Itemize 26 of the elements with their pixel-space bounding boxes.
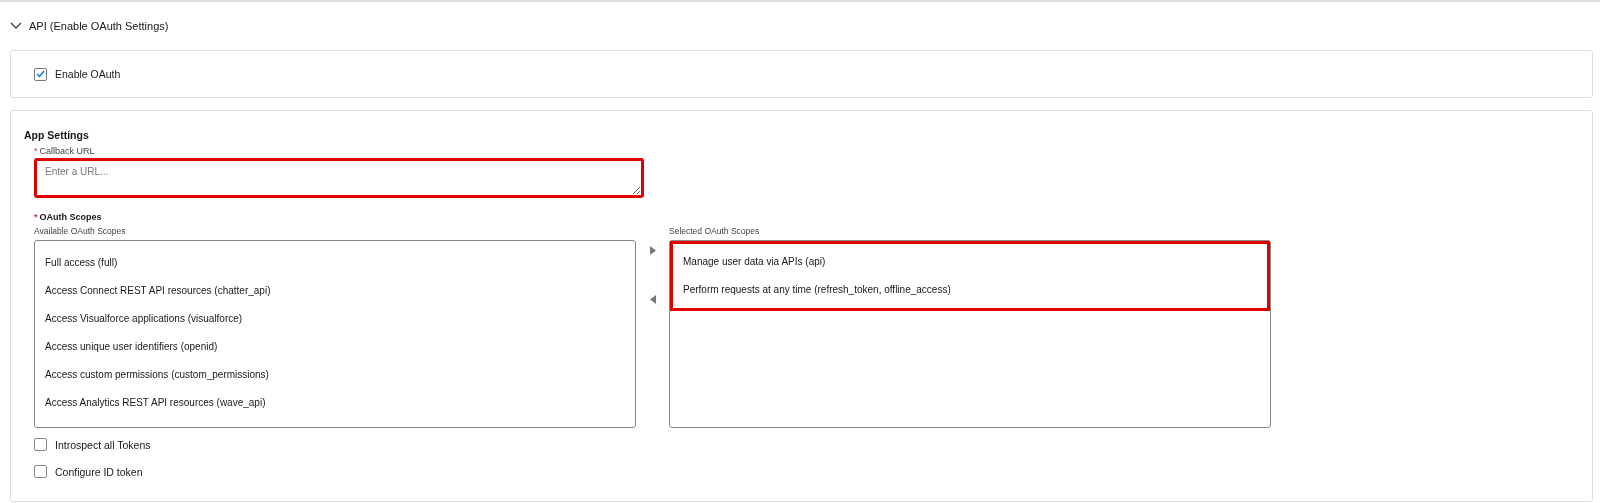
list-item[interactable]: Perform requests at any time (refresh_token, offline_access) xyxy=(673,276,1267,304)
section-title[interactable]: API (Enable OAuth Settings) xyxy=(29,20,169,32)
checkbox-label: Introspect all Tokens xyxy=(55,438,151,451)
list-item[interactable]: Full access (full) xyxy=(35,249,635,277)
required-asterisk: * xyxy=(34,212,38,222)
move-left-icon[interactable] xyxy=(649,295,656,304)
list-item[interactable]: Access Connect REST API resources (chatter_api) xyxy=(35,277,635,305)
list-label: Selected OAuth Scopes xyxy=(669,226,761,236)
list-item[interactable]: Manage user data via APIs (api) xyxy=(673,248,1267,276)
list-item[interactable]: Access Visualforce applications (visualforce) xyxy=(35,305,635,333)
checkbox-label: Configure ID token xyxy=(55,465,143,478)
checkbox[interactable] xyxy=(34,438,47,451)
section-heading: App Settings xyxy=(24,129,90,141)
list-item[interactable]: Access unique user identifiers (openid) xyxy=(35,333,635,361)
checkbox[interactable] xyxy=(34,465,47,478)
list-item[interactable]: Access custom permissions (custom_permissions) xyxy=(35,361,635,389)
field-label: OAuth Scopes xyxy=(39,212,102,222)
list-label: Available OAuth Scopes xyxy=(34,226,127,236)
list-item[interactable]: Access Analytics REST API resources (wave_api) xyxy=(35,389,635,417)
chevron-icon[interactable] xyxy=(10,22,22,30)
callback-url-field[interactable]: Enter a URL... xyxy=(34,158,644,198)
move-right-icon[interactable] xyxy=(649,246,656,255)
checkbox[interactable] xyxy=(34,67,47,81)
field-label: Callback URL xyxy=(39,146,95,156)
required-asterisk: * xyxy=(34,146,38,156)
checkbox-label: Enable OAuth xyxy=(55,68,121,80)
